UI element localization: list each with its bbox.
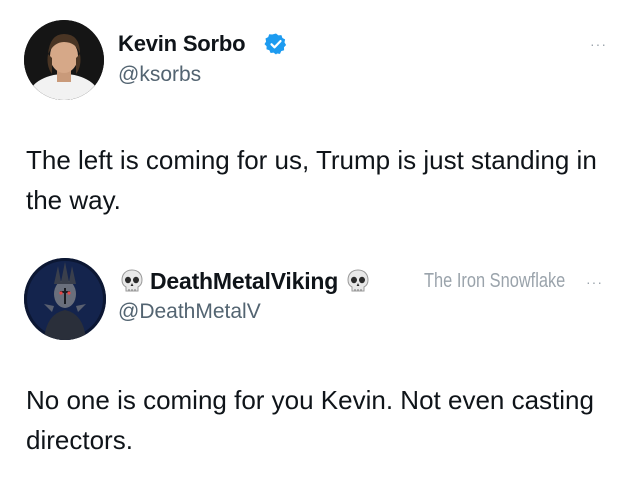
- watermark: The Iron Snowflake: [424, 270, 566, 292]
- author-name[interactable]: Kevin Sorbo: [118, 31, 246, 57]
- avatar[interactable]: [24, 258, 106, 340]
- skull-icon: [121, 269, 143, 292]
- author-name[interactable]: DeathMetalViking: [150, 268, 338, 295]
- skull-icon: [347, 269, 369, 292]
- avatar-portrait-image: [24, 20, 104, 100]
- tweet-text: The left is coming for us, Trump is just…: [26, 145, 597, 215]
- more-options-icon[interactable]: ···: [586, 274, 603, 290]
- author-handle[interactable]: @DeathMetalV: [118, 300, 261, 324]
- avatar-warrior-image: [24, 258, 106, 340]
- avatar[interactable]: [24, 20, 104, 100]
- author-name-row: DeathMetalViking: [118, 263, 372, 299]
- more-options-icon[interactable]: ···: [590, 36, 607, 52]
- author-handle[interactable]: @ksorbs: [118, 63, 201, 87]
- tweet-kevin-sorbo: Kevin Sorbo @ksorbs ··· The left is comi…: [0, 0, 640, 240]
- verified-badge-icon: [264, 33, 287, 55]
- tweet-text: No one is coming for you Kevin. Not even…: [26, 385, 594, 455]
